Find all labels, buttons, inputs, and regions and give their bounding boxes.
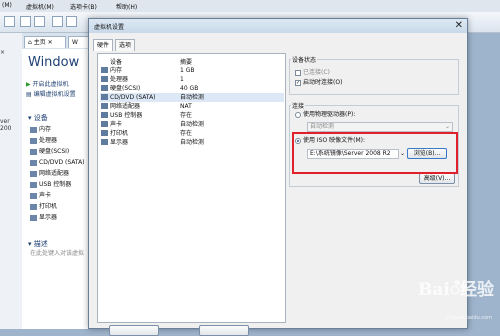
printer-icon <box>101 130 108 136</box>
device-item-printer[interactable]: 打印机 <box>30 202 57 211</box>
checkbox-icon <box>295 69 301 76</box>
disk-icon <box>101 85 108 91</box>
snapshot-icon[interactable] <box>34 16 45 27</box>
device-item-display[interactable]: 显示器 <box>30 213 57 222</box>
device-item-usb[interactable]: USB 控制器 <box>30 180 71 189</box>
device-item-sound[interactable]: 声卡 <box>30 191 51 200</box>
device-item-network[interactable]: 网络适配器 <box>30 169 69 178</box>
library-panel: × ver 200 <box>0 33 23 329</box>
dialog-title: 虚拟机设置 <box>94 24 125 31</box>
devices-header[interactable]: ▾ 设备 <box>28 113 48 123</box>
physical-drive-select[interactable]: 自动检测 ⌄ <box>307 122 453 132</box>
column-header-device[interactable]: 设备 <box>110 57 122 66</box>
device-status-group <box>289 59 459 95</box>
vm-summary-panel: Window ▶ 开启此虚拟机 ▤ 编辑虚拟机设置 ▾ 设备 内存 处理器 硬盘… <box>22 49 92 329</box>
network-icon <box>101 103 108 109</box>
device-status-label: 设备状态 <box>291 55 318 64</box>
menu-item-tabs[interactable]: 选项卡(B) <box>70 2 97 11</box>
menu-item-m[interactable]: (M) <box>2 2 12 9</box>
table-row[interactable]: 硬盘(SCSI) 40 GB <box>100 84 284 93</box>
table-row[interactable]: 声卡 自动检测 <box>100 120 284 129</box>
fullscreen-icon[interactable] <box>20 16 31 27</box>
memory-icon <box>101 67 108 73</box>
device-item-cdrom[interactable]: CD/DVD (SATA) <box>30 158 85 167</box>
unity-icon[interactable] <box>66 16 77 27</box>
library-item-cut[interactable]: ver 200 <box>0 118 22 132</box>
tab-hardware[interactable]: 硬件 <box>93 39 114 51</box>
table-row[interactable]: USB 控制器 存在 <box>100 111 284 120</box>
table-row[interactable]: 处理器 1 <box>100 75 284 84</box>
console-icon[interactable] <box>52 16 63 27</box>
cpu-icon <box>101 76 108 82</box>
checkmark-icon: ✓ <box>295 79 301 86</box>
device-item-memory[interactable]: 内存 <box>30 125 51 134</box>
radio-icon <box>295 111 301 118</box>
remove-button[interactable] <box>199 325 249 336</box>
device-table: 设备 摘要 内存 1 GB 处理器 1 硬盘(SCSI) 40 GB CD/DVD (… <box>97 53 286 323</box>
table-row-selected[interactable]: CD/DVD (SATA) 自动检测 <box>100 93 284 102</box>
dialog-titlebar: 虚拟机设置 ✕ <box>89 19 467 33</box>
watermark-logo: Baiꦶ经验 <box>418 280 494 300</box>
watermark-url: jingyan.baidu.com <box>445 315 492 321</box>
chevron-down-icon: ⌄ <box>444 123 450 130</box>
add-button[interactable] <box>109 325 159 336</box>
device-item-cpu[interactable]: 处理器 <box>30 136 57 145</box>
pause-icon[interactable] <box>4 16 15 27</box>
cdrom-icon <box>101 94 108 100</box>
description-header[interactable]: ▾ 描述 <box>28 239 48 249</box>
display-icon <box>101 139 108 145</box>
edit-settings-link[interactable]: ▤ 编辑虚拟机设置 <box>26 89 76 98</box>
tab-home[interactable]: ⌂ 主页 ✕ <box>24 36 66 48</box>
connect-at-power-on-checkbox[interactable]: ✓ 启动时连接(O) <box>295 79 342 87</box>
vm-title: Window <box>28 55 80 70</box>
table-row[interactable]: 内存 1 GB <box>100 66 284 75</box>
vm-tab-strip: ⌂ 主页 ✕ W <box>22 33 92 50</box>
tab-vm[interactable]: W <box>68 36 90 48</box>
menu-item-vm[interactable]: 虚拟机(M) <box>26 2 54 11</box>
advanced-button[interactable]: 高级(V)... <box>419 173 455 184</box>
connection-label: 连接 <box>291 101 306 110</box>
highlight-annotation <box>292 132 458 174</box>
connected-checkbox[interactable]: 已连接(C) <box>295 69 330 77</box>
table-row[interactable]: 打印机 存在 <box>100 129 284 138</box>
tab-options[interactable]: 选项 <box>115 39 136 51</box>
power-on-link[interactable]: ▶ 开启此虚拟机 <box>26 79 69 88</box>
device-item-disk[interactable]: 硬盘(SCSI) <box>30 147 69 156</box>
sound-icon <box>101 121 108 127</box>
description-text[interactable]: 在此处键入对该虚拟 <box>30 249 84 258</box>
play-icon: ▶ <box>26 81 31 88</box>
menu-item-help[interactable]: 帮助(H) <box>116 2 137 11</box>
usb-icon <box>101 112 108 118</box>
table-row[interactable]: 网络适配器 NAT <box>100 102 284 111</box>
settings-icon: ▤ <box>26 91 32 98</box>
close-icon[interactable]: ✕ <box>455 20 463 31</box>
table-row[interactable]: 显示器 自动检测 <box>100 138 284 147</box>
library-close-icon[interactable]: × <box>0 49 5 56</box>
column-header-summary[interactable]: 摘要 <box>180 57 192 66</box>
physical-drive-radio[interactable]: 使用物理驱动器(P): <box>295 111 355 119</box>
